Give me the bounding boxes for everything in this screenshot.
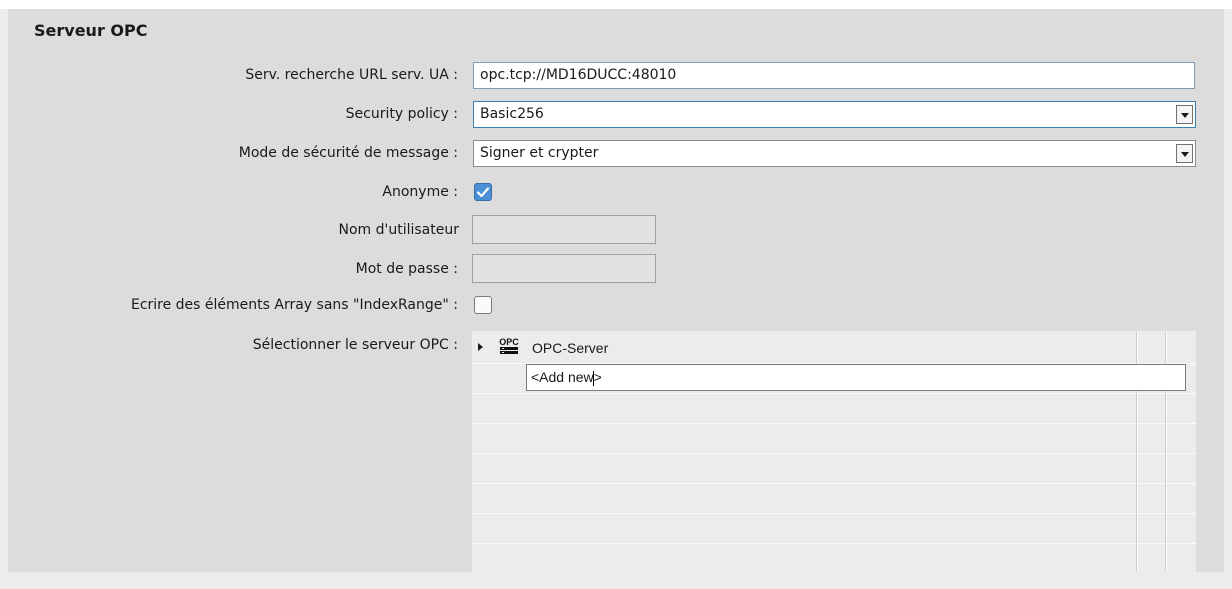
- message-security-mode-value: Signer et crypter: [480, 145, 599, 161]
- top-strip: [0, 0, 1232, 9]
- security-policy-value: Basic256: [480, 106, 544, 122]
- password-input[interactable]: [472, 254, 656, 283]
- chevron-down-icon[interactable]: [1176, 144, 1193, 163]
- tree-row-divider: [472, 423, 1196, 424]
- tree-row-divider: [472, 393, 1196, 394]
- message-security-mode-label: Mode de sécurité de message :: [238, 145, 458, 161]
- tree-row-divider: [472, 513, 1196, 514]
- opc-server-icon: OPC: [498, 337, 520, 357]
- section-title: Serveur OPC: [34, 21, 148, 40]
- message-security-mode-select[interactable]: Signer et crypter: [473, 140, 1196, 167]
- text-cursor: [592, 370, 594, 386]
- url-input[interactable]: opc.tcp://MD16DUCC:48010: [473, 62, 1195, 89]
- write-array-checkbox[interactable]: [474, 296, 492, 314]
- opc-server-tree[interactable]: OPC OPC-Server <Add new>: [472, 331, 1196, 572]
- chevron-down-icon[interactable]: [1176, 105, 1193, 124]
- checkmark-icon: [476, 187, 490, 198]
- expand-arrow-icon[interactable]: [478, 343, 483, 351]
- url-label: Serv. recherche URL serv. UA :: [245, 67, 458, 83]
- password-label: Mot de passe :: [355, 261, 458, 277]
- add-new-input[interactable]: <Add new>: [526, 364, 1186, 391]
- tree-row-divider: [472, 453, 1196, 454]
- svg-text:OPC: OPC: [499, 337, 519, 347]
- security-policy-label: Security policy :: [345, 106, 458, 122]
- select-server-label: Sélectionner le serveur OPC :: [252, 337, 458, 353]
- username-label: Nom d'utilisateur: [338, 222, 460, 238]
- anonymous-checkbox[interactable]: [474, 183, 492, 201]
- tree-row-divider: [472, 483, 1196, 484]
- tree-row-divider: [472, 543, 1196, 544]
- anonymous-label: Anonyme :: [382, 184, 458, 200]
- username-input[interactable]: [472, 215, 656, 244]
- security-policy-select[interactable]: Basic256: [473, 101, 1196, 128]
- tree-item-label: OPC-Server: [532, 340, 609, 356]
- add-new-text: <Add new>: [531, 369, 602, 386]
- write-array-label: Ecrire des éléments Array sans "IndexRan…: [130, 297, 458, 313]
